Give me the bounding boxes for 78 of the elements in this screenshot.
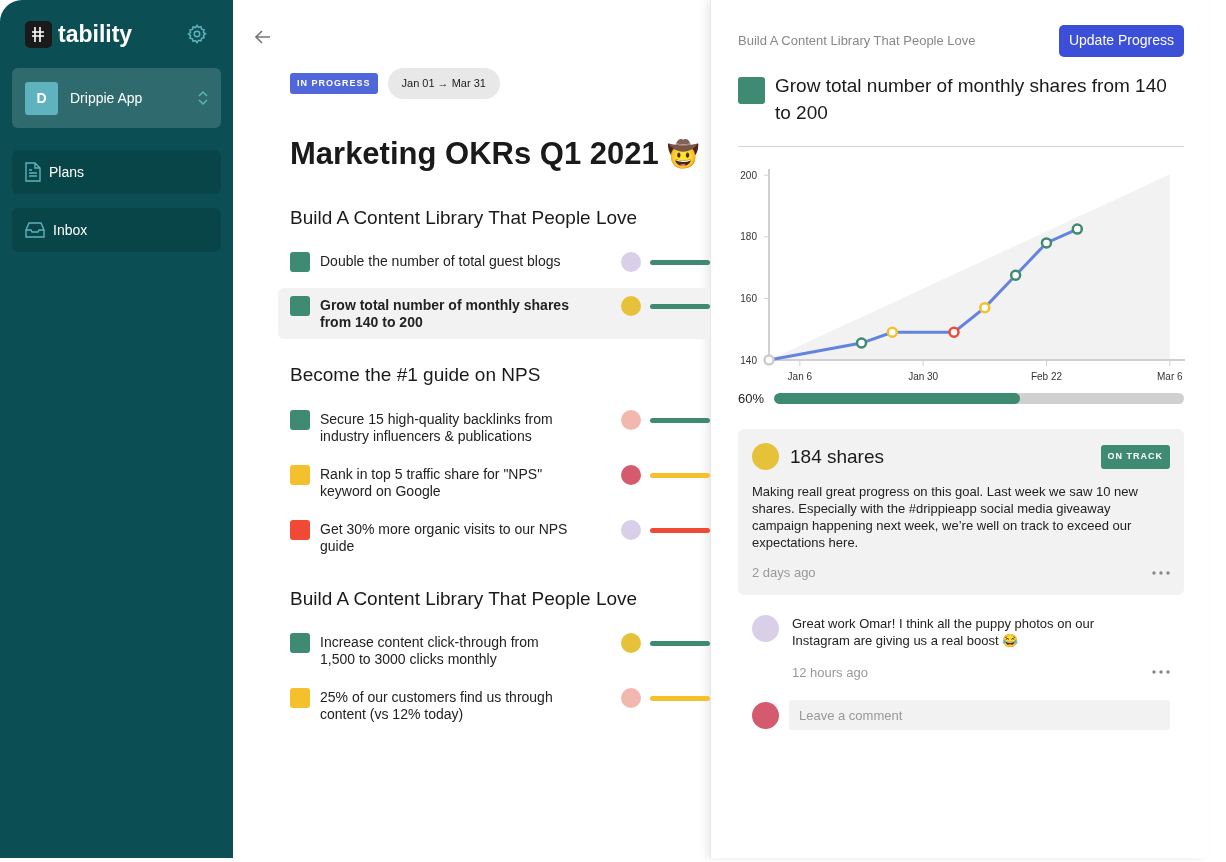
avatar (621, 633, 641, 653)
x-tick-label: Feb 22 (1030, 371, 1063, 382)
checkin-text: Making reall great progress on this goal. Last week we saw 10 new shares. Especially with the #drippieapp social media giveaway campaign happening next week, we’re well on track to exceed our expectations here. (752, 483, 1139, 551)
progress-label: 60% (738, 390, 765, 408)
timestamp: 2 days ago (752, 564, 816, 582)
key-result-text: Secure 15 high-quality backlinks from industry influencers & publications (320, 409, 554, 445)
update-progress-button[interactable]: Update Progress (1058, 24, 1184, 57)
key-result-row[interactable]: 25% of our customers find us through content (vs 12% today) (278, 680, 710, 731)
data-point[interactable] (1040, 237, 1053, 249)
key-result-row[interactable]: Rank in top 5 traffic share for "NPS" keyword on Google (278, 456, 710, 508)
x-tick-label: Mar 6 (1157, 371, 1183, 382)
more-icon (1152, 670, 1170, 675)
more-icon (1152, 570, 1170, 575)
chevron-updown-icon (198, 90, 208, 106)
back-arrow-icon[interactable] (255, 30, 271, 44)
emoji-icon: 🤠 (666, 134, 699, 174)
progress-bar (650, 304, 710, 309)
inbox-icon (25, 222, 45, 238)
nav-item[interactable]: Plans (12, 150, 221, 194)
comment-text: Great work Omar! I think all the puppy photos on our Instagram are giving us a real boost 😂 (792, 614, 1096, 649)
objective-title: Build A Content Library That People Love (290, 586, 639, 611)
data-point[interactable] (1071, 223, 1084, 235)
avatar (621, 464, 641, 485)
data-point[interactable] (948, 326, 960, 338)
data-point[interactable] (979, 301, 991, 314)
data-point[interactable] (855, 337, 868, 349)
breadcrumb: Build A Content Library That People Love (738, 31, 976, 50)
y-tick-label: 160 (740, 292, 757, 304)
data-point[interactable] (1009, 269, 1022, 282)
progress-bar (650, 417, 710, 423)
comment-input[interactable]: Leave a comment (789, 700, 1170, 730)
data-point[interactable] (886, 326, 899, 338)
status-badge: IN PROGRESS (290, 72, 378, 95)
avatar (621, 252, 641, 272)
key-result-row[interactable]: Grow total number of monthly shares from 140 to 200 (278, 288, 710, 339)
progress-bar (650, 641, 710, 646)
key-result-text: Double the number of total guest blogs (320, 252, 562, 270)
x-tick-label: Jan 30 (908, 371, 939, 382)
objective-title: Become the #1 guide on NPS (290, 363, 542, 387)
objective-title: Build A Content Library That People Love (290, 205, 639, 230)
key-result-title: Grow total number of monthly shares from 140 to 200 (775, 74, 1168, 125)
x-tick-label: Jan 6 (787, 371, 813, 382)
avatar (621, 688, 641, 708)
logo-icon (25, 20, 52, 48)
key-result-row[interactable]: Get 30% more organic visits to our NPS guide (278, 511, 710, 563)
key-result-row[interactable]: Increase content click-through from 1,500 to 3000 clicks monthly (278, 625, 710, 676)
progress-bar (650, 260, 710, 265)
avatar (621, 409, 641, 430)
progress-bar (650, 527, 710, 533)
key-result-text: Increase content click-through from 1,500 to 3000 clicks monthly (320, 633, 540, 668)
progress-bar (650, 472, 710, 478)
avatar (752, 701, 779, 729)
plan-title: Marketing OKRs Q1 2021 (290, 135, 659, 173)
status-badge: ON TRACK (1100, 445, 1170, 469)
timestamp: 12 hours ago (792, 663, 868, 682)
key-result-row[interactable]: Secure 15 high-quality backlinks from industry influencers & publications (278, 401, 710, 453)
date-range: Jan 01 → Mar 31 (387, 68, 500, 99)
avatar (752, 614, 779, 642)
avatar (752, 443, 779, 471)
settings-icon[interactable] (186, 23, 208, 45)
avatar (621, 296, 641, 316)
workspace-name: Drippie App (70, 88, 144, 108)
avatar (621, 519, 641, 540)
nav-item[interactable]: Inbox (12, 208, 221, 252)
document-icon (25, 162, 41, 182)
key-result-text: Rank in top 5 traffic share for "NPS" keyword on Google (320, 464, 544, 500)
checkin-value: 184 shares (790, 444, 885, 469)
key-result-text: Grow total number of monthly shares from 140 to 200 (320, 296, 570, 331)
y-tick-label: 180 (740, 231, 757, 243)
y-tick-label: 140 (740, 354, 757, 366)
key-result-text: 25% of our customers find us through content (vs 12% today) (320, 688, 554, 723)
key-result-text: Get 30% more organic visits to our NPS guide (320, 519, 569, 555)
workspace-switcher[interactable]: D Drippie App (12, 68, 221, 128)
logo-text: tability (58, 19, 133, 49)
key-result-row[interactable]: Double the number of total guest blogs (278, 244, 710, 284)
progress-bar (650, 696, 710, 701)
workspace-initial: D (25, 81, 58, 115)
y-tick-label: 200 (740, 169, 757, 181)
